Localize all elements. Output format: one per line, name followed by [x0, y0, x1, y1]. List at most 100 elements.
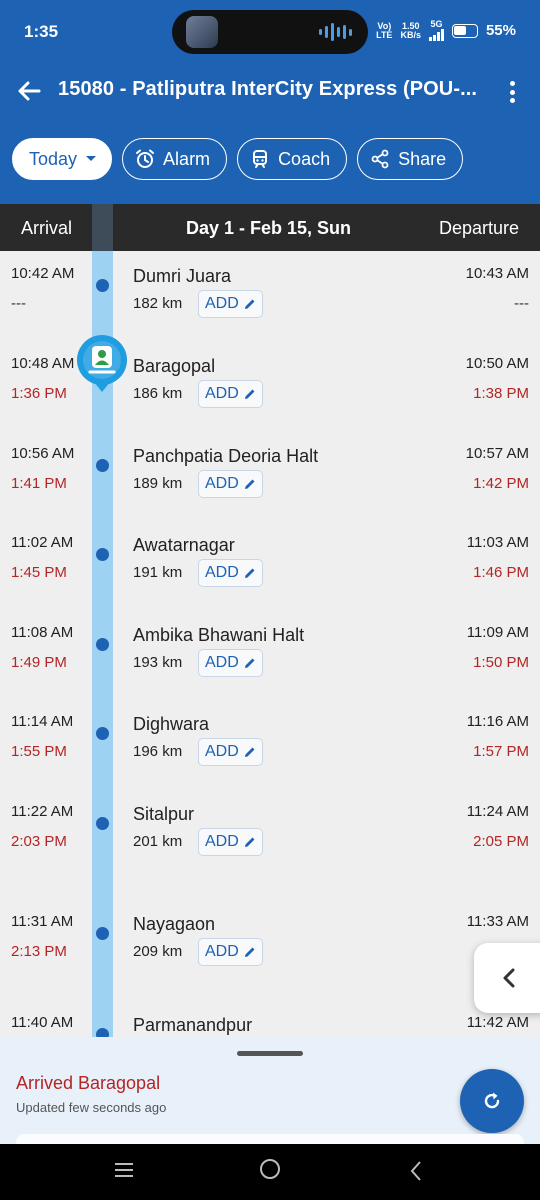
refresh-button[interactable] — [460, 1069, 524, 1133]
home-icon[interactable] — [259, 1158, 281, 1185]
actual-departure: 1:38 PM — [473, 385, 529, 402]
station-row[interactable]: 11:31 AM 2:13 PM Nayagaon 209 km ADD 11:… — [0, 899, 540, 989]
scheduled-arrival: 11:40 AM — [11, 1014, 74, 1031]
station-row[interactable]: 11:22 AM 2:03 PM Sitalpur 201 km ADD 11:… — [0, 789, 540, 879]
station-row[interactable]: 10:42 AM --- Dumri Juara 182 km ADD 10:4… — [0, 251, 540, 341]
date-select-dropdown[interactable]: Today — [12, 138, 113, 180]
system-nav-bar — [0, 1144, 540, 1200]
scheduled-arrival: 11:22 AM — [11, 803, 74, 820]
battery-percent: 55% — [485, 22, 516, 39]
station-distance: 191 km — [133, 564, 183, 581]
scheduled-departure: 11:03 AM — [466, 534, 529, 551]
scheduled-departure: 11:16 AM — [466, 713, 529, 730]
station-distance: 189 km — [133, 475, 183, 492]
station-distance: 209 km — [133, 943, 183, 960]
station-name: Panchpatia Deoria Halt — [133, 446, 319, 466]
add-note-button[interactable]: ADD — [198, 559, 263, 587]
alarm-icon — [136, 149, 155, 168]
more-vert-icon[interactable] — [500, 78, 524, 106]
scheduled-departure: 11:09 AM — [466, 624, 529, 641]
station-dot — [96, 279, 109, 292]
alarm-button[interactable]: Alarm — [122, 138, 228, 180]
scheduled-arrival: 11:02 AM — [11, 534, 74, 551]
add-note-button[interactable]: ADD — [198, 938, 263, 966]
actual-arrival: 2:13 PM — [11, 943, 67, 960]
station-name: Sitalpur — [133, 804, 195, 824]
battery-icon — [451, 23, 478, 38]
volte-indicator: Vo) LTE — [376, 20, 393, 40]
add-note-button[interactable]: ADD — [198, 470, 263, 498]
actual-departure: 2:05 PM — [473, 833, 529, 850]
actual-departure: --- — [514, 295, 529, 312]
pencil-icon — [244, 658, 255, 668]
station-distance: 186 km — [133, 385, 183, 402]
add-note-button[interactable]: ADD — [198, 738, 263, 766]
recents-icon[interactable] — [114, 1160, 134, 1185]
scheduled-arrival: 11:14 AM — [11, 713, 74, 730]
scheduled-arrival: 11:08 AM — [11, 624, 74, 641]
actual-arrival: 1:55 PM — [11, 743, 67, 760]
add-note-button[interactable]: ADD — [198, 828, 263, 856]
station-distance: 193 km — [133, 654, 183, 671]
station-name: Awatarnagar — [133, 535, 235, 555]
station-dot — [96, 727, 109, 740]
scheduled-arrival: 10:42 AM — [11, 265, 75, 282]
scheduled-departure: 10:43 AM — [465, 265, 529, 282]
actual-arrival: 1:49 PM — [11, 654, 67, 671]
pencil-icon — [244, 389, 255, 399]
station-row[interactable]: 11:02 AM 1:45 PM Awatarnagar 191 km ADD … — [0, 520, 540, 610]
station-distance: 182 km — [133, 295, 183, 312]
coach-button[interactable]: Coach — [237, 138, 348, 180]
track-line-header — [92, 204, 113, 251]
scheduled-arrival: 11:31 AM — [11, 913, 74, 930]
pencil-icon — [244, 568, 255, 578]
station-dot — [96, 817, 109, 830]
station-name: Ambika Bhawani Halt — [133, 625, 305, 645]
station-row[interactable]: 11:14 AM 1:55 PM Dighwara 196 km ADD 11:… — [0, 699, 540, 789]
actual-departure: 1:46 PM — [473, 564, 529, 581]
scheduled-departure: 11:24 AM — [466, 803, 529, 820]
arrival-column-label: Arrival — [21, 218, 73, 238]
pencil-icon — [244, 837, 255, 847]
add-note-button[interactable]: ADD — [198, 649, 263, 677]
station-distance: 201 km — [133, 833, 183, 850]
station-name: Nayagaon — [133, 914, 216, 934]
status-time: 1:35 — [24, 22, 59, 41]
refresh-icon — [484, 1092, 500, 1109]
signal-icon: 5G — [428, 20, 444, 41]
scheduled-departure: 11:33 AM — [466, 913, 529, 930]
station-name: Baragopal — [133, 356, 216, 376]
station-row[interactable]: 11:08 AM 1:49 PM Ambika Bhawani Halt 193… — [0, 610, 540, 700]
status-bar: 1:35 Vo) LTE 1.50 KB/s 5G 55% — [0, 0, 540, 66]
station-name: Dighwara — [133, 714, 210, 734]
back-arrow-icon[interactable] — [14, 76, 44, 106]
status-bottom-sheet[interactable]: Arrived Baragopal Updated few seconds ag… — [0, 1037, 540, 1154]
scheduled-departure: 10:50 AM — [465, 355, 529, 372]
station-row[interactable]: 10:56 AM 1:41 PM Panchpatia Deoria Halt … — [0, 431, 540, 521]
app-bar: 15080 - Patliputra InterCity Express (PO… — [0, 66, 540, 204]
share-button[interactable]: Share — [357, 138, 464, 180]
add-note-button[interactable]: ADD — [198, 290, 263, 318]
station-name: Dumri Juara — [133, 266, 232, 286]
pencil-icon — [244, 747, 255, 757]
station-row[interactable]: 11:40 AM Parmanandpur 11:42 AM — [0, 1000, 540, 1037]
network-speed: 1.50 KB/s — [400, 20, 421, 40]
station-dot — [96, 1028, 109, 1037]
status-icons: Vo) LTE 1.50 KB/s 5G 55% — [376, 20, 516, 41]
departure-column-label: Departure — [438, 218, 519, 238]
add-note-button[interactable]: ADD — [198, 380, 263, 408]
station-distance: 196 km — [133, 743, 183, 760]
drag-handle[interactable] — [237, 1051, 303, 1056]
scheduled-departure: 11:42 AM — [466, 1014, 529, 1031]
side-panel-toggle[interactable] — [474, 943, 540, 1013]
actual-arrival: 1:41 PM — [11, 475, 67, 492]
share-icon — [371, 149, 389, 169]
train-location-marker[interactable] — [76, 334, 128, 394]
action-chips: Today Alarm Coach Share — [12, 138, 464, 180]
dynamic-island — [172, 10, 368, 54]
train-icon — [253, 150, 268, 168]
station-dot — [96, 548, 109, 561]
station-dot — [96, 638, 109, 651]
scheduled-arrival: 10:48 AM — [11, 355, 75, 372]
back-nav-icon[interactable] — [408, 1160, 424, 1187]
